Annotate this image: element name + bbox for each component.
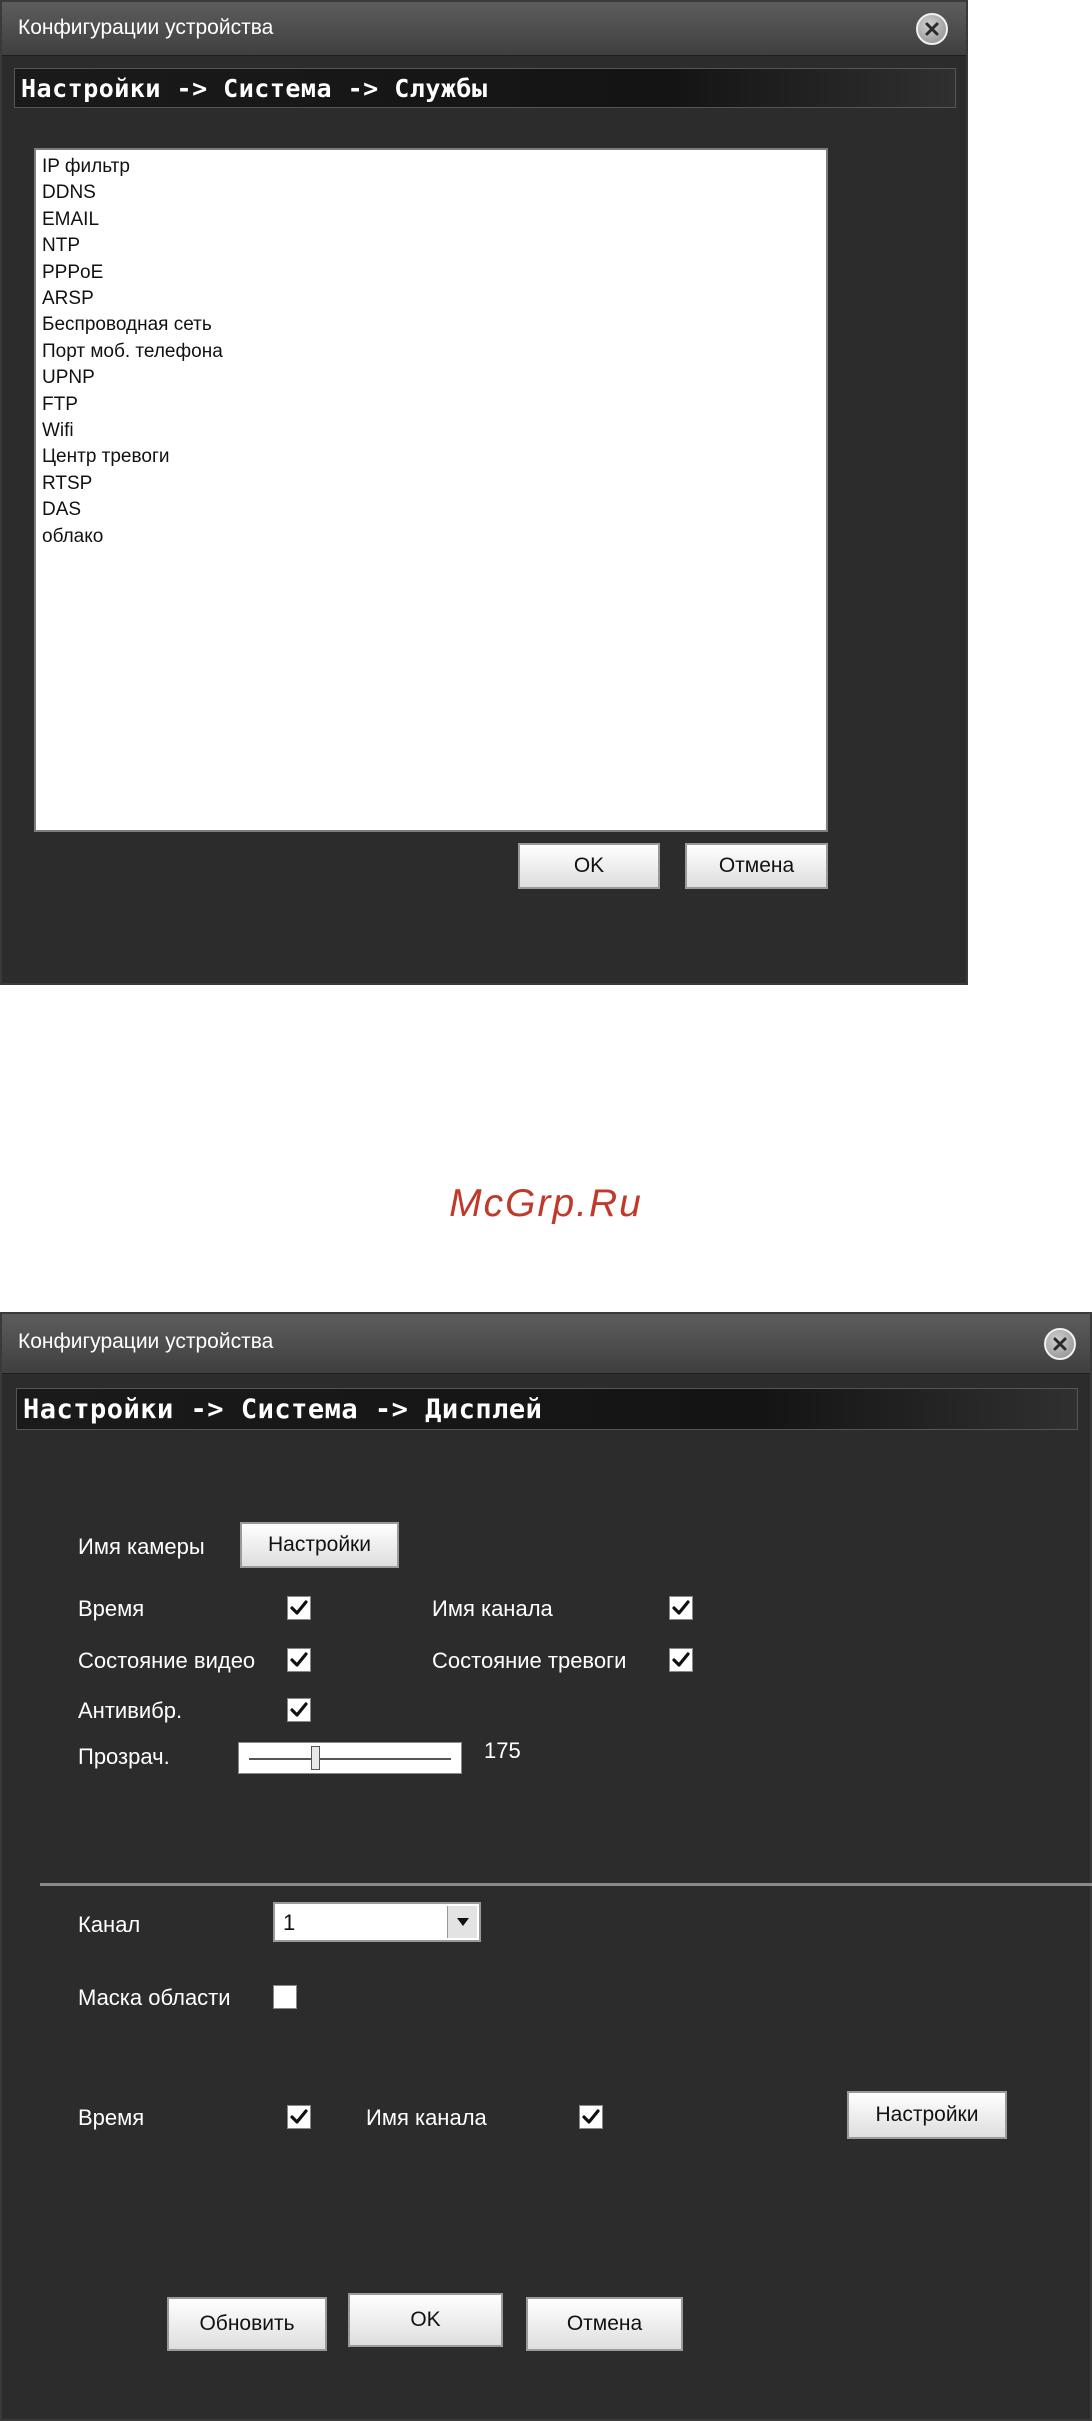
time-label: Время [78,1596,145,1621]
transparency-slider[interactable] [238,1742,462,1774]
channel-select[interactable]: 1 [273,1902,481,1942]
region-mask-label: Маска области [78,1985,231,2010]
checkmark-icon [290,1702,308,1717]
region-mask-checkbox[interactable] [273,1985,297,2009]
channel-name-label: Имя канала [432,1596,553,1621]
time-checkbox-2[interactable] [287,2105,311,2129]
list-item-arsp[interactable]: ARSP [42,286,820,312]
list-item-ftp[interactable]: FTP [42,392,820,418]
list-item-ntp[interactable]: NTP [42,233,820,259]
breadcrumb: Настройки -> Система -> Службы [14,68,956,108]
time-checkbox[interactable] [287,1596,311,1620]
list-item-wireless[interactable]: Беспроводная сеть [42,312,820,338]
video-status-checkbox[interactable] [287,1648,311,1672]
time-label-2: Время [78,2105,145,2130]
checkmark-icon [672,1652,690,1667]
channel-name-checkbox[interactable] [669,1596,693,1620]
section-divider [40,1883,1092,1886]
list-item-alarm-center[interactable]: Центр тревоги [42,444,820,470]
list-item-rtsp[interactable]: RTSP [42,471,820,497]
camera-name-settings-button[interactable]: Настройки [240,1522,399,1568]
alarm-status-label: Состояние тревоги [432,1648,627,1673]
list-item-das[interactable]: DAS [42,497,820,523]
alarm-status-checkbox[interactable] [669,1648,693,1672]
dialog-title: Конфигурации устройства [18,16,274,39]
list-item-wifi[interactable]: Wifi [42,418,820,444]
checkmark-icon [582,2109,600,2124]
slider-track [249,1758,451,1760]
chevron-down-icon[interactable] [447,1906,477,1938]
services-dialog: Конфигурации устройства Настройки -> Сис… [0,0,968,985]
breadcrumb-text: Настройки -> Система -> Службы [21,74,488,103]
cancel-button-2[interactable]: Отмена [526,2297,683,2351]
dialog-titlebar[interactable]: Конфигурации устройства [2,1314,1090,1374]
slider-thumb[interactable] [311,1746,321,1770]
list-item-pppoe[interactable]: PPPoE [42,260,820,286]
ok-button[interactable]: OK [518,843,660,889]
breadcrumb: Настройки -> Система -> Дисплей [16,1388,1078,1430]
ok-button-2[interactable]: OK [348,2293,503,2347]
channel-select-value: 1 [283,1910,296,1935]
antishake-checkbox[interactable] [287,1698,311,1722]
transparency-value: 175 [484,1738,521,1763]
channel-name-checkbox-2[interactable] [579,2105,603,2129]
cancel-button[interactable]: Отмена [685,843,828,889]
refresh-button[interactable]: Обновить [167,2297,327,2351]
services-list[interactable]: IP фильтр DDNS EMAIL NTP PPPoE ARSP Бесп… [34,148,828,832]
checkmark-icon [290,2109,308,2124]
video-status-label: Состояние видео [78,1648,256,1673]
list-item-ddns[interactable]: DDNS [42,180,820,206]
checkmark-icon [672,1600,690,1615]
dialog-titlebar[interactable]: Конфигурации устройства [2,2,966,56]
checkmark-icon [290,1652,308,1667]
dialog-title: Конфигурации устройства [18,1330,274,1353]
watermark: McGrp.Ru [449,1182,643,1225]
checkmark-icon [290,1600,308,1615]
display-dialog: Конфигурации устройства Настройки -> Сис… [0,1312,1092,2421]
list-item-upnp[interactable]: UPNP [42,365,820,391]
list-item-mobile-port[interactable]: Порт моб. телефона [42,339,820,365]
mask-settings-button[interactable]: Настройки [847,2091,1007,2139]
transparency-label: Прозрач. [78,1744,170,1769]
close-icon[interactable] [916,13,948,45]
list-item-cloud[interactable]: облако [42,524,820,550]
camera-name-label: Имя камеры [78,1534,205,1559]
breadcrumb-text: Настройки -> Система -> Дисплей [23,1394,543,1425]
channel-name-label-2: Имя канала [366,2105,487,2130]
channel-label: Канал [78,1912,141,1937]
list-item-email[interactable]: EMAIL [42,207,820,233]
close-icon[interactable] [1044,1328,1076,1360]
antishake-label: Антивибр. [78,1698,183,1723]
list-item-ip-filter[interactable]: IP фильтр [42,154,820,180]
